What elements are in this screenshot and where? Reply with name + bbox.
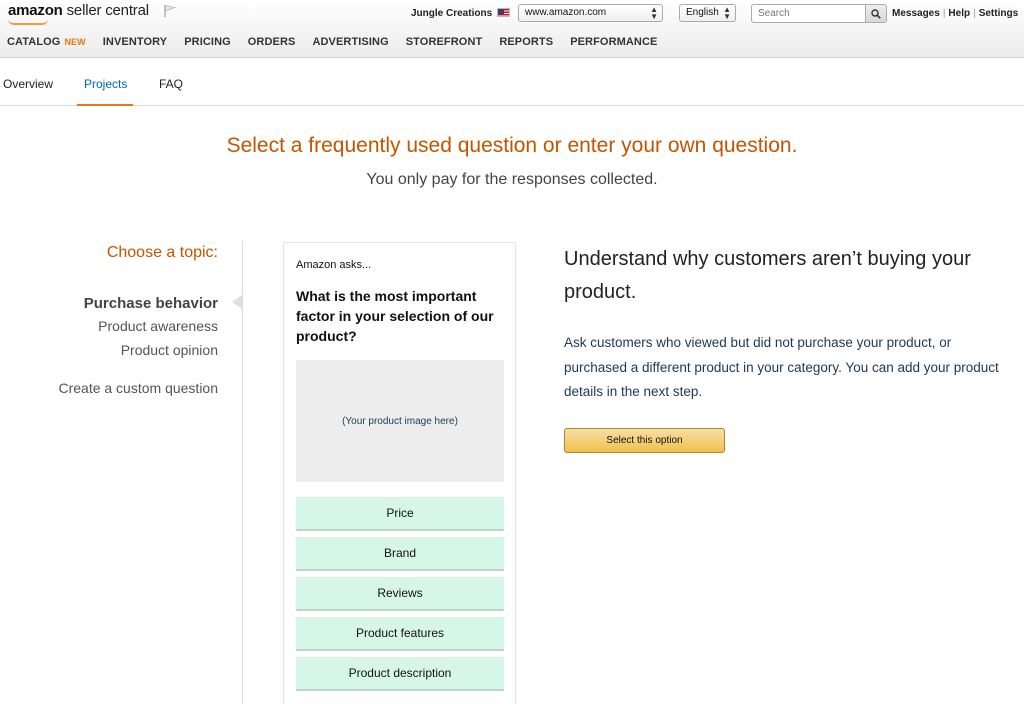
nav-advertising[interactable]: ADVERTISING [312, 36, 388, 50]
page-subheading: You only pay for the responses collected… [366, 171, 658, 188]
question-preview-card: Amazon asks... What is the most importan… [283, 242, 516, 704]
option-product-description[interactable]: Product description [296, 657, 504, 691]
option-product-features[interactable]: Product features [296, 617, 504, 651]
nav-pricing[interactable]: PRICING [184, 36, 231, 50]
select-arrows-icon: ▲ ▼ [650, 5, 658, 21]
search-button[interactable] [865, 4, 887, 23]
card-question: What is the most important factor in you… [296, 288, 494, 344]
new-badge: NEW [64, 37, 86, 47]
option-price[interactable]: Price [296, 497, 504, 531]
card-asks-label: Amazon asks... [296, 259, 372, 271]
logo-brand: amazon [8, 2, 63, 19]
page-heading: Select a frequently used question or ent… [226, 134, 798, 157]
option-brand[interactable]: Brand [296, 537, 504, 571]
messages-link[interactable]: Messages [892, 8, 940, 19]
seller-central-logo[interactable]: amazon seller central [8, 2, 149, 19]
product-image-placeholder: (Your product image here) [296, 360, 504, 482]
info-description: Ask customers who viewed but did not pur… [564, 335, 999, 399]
topic-custom-question[interactable]: Create a custom question [58, 380, 218, 396]
nav-catalog-label: CATALOG [7, 36, 61, 48]
marketplace-value: www.amazon.com [525, 7, 607, 18]
nav-inventory[interactable]: INVENTORY [103, 36, 167, 50]
logo-product: seller central [66, 2, 149, 19]
topic-product-opinion[interactable]: Product opinion [121, 342, 218, 358]
nav-performance[interactable]: PERFORMANCE [570, 36, 657, 50]
tab-faq[interactable]: FAQ [159, 77, 183, 91]
select-arrows-icon: ▲ ▼ [723, 5, 731, 21]
nav-reports[interactable]: REPORTS [499, 36, 553, 50]
search-input[interactable] [751, 4, 865, 23]
image-placeholder-text: (Your product image here) [342, 415, 458, 427]
tab-projects[interactable]: Projects [84, 77, 127, 91]
marketplace-select[interactable]: www.amazon.com ▲ ▼ [518, 4, 663, 22]
topic-product-awareness[interactable]: Product awareness [98, 318, 218, 334]
divider: | [973, 8, 976, 19]
search-icon [871, 8, 881, 19]
help-link[interactable]: Help [948, 8, 970, 19]
us-flag-icon [497, 8, 510, 17]
nav-orders[interactable]: ORDERS [248, 36, 296, 50]
top-links: Messages | Help | Settings [892, 8, 1018, 19]
language-value: English [686, 7, 719, 18]
info-title: Understand why customers aren’t buying y… [564, 248, 971, 303]
amazon-smile-icon [8, 19, 48, 25]
flag-icon[interactable] [163, 4, 177, 18]
language-select[interactable]: English ▲ ▼ [679, 4, 736, 22]
nav-catalog[interactable]: CATALOG NEW [7, 36, 86, 50]
subtabs: Overview Projects FAQ [0, 58, 1024, 106]
nav-storefront[interactable]: STOREFRONT [406, 36, 483, 50]
topic-purchase-behavior[interactable]: Purchase behavior [84, 295, 218, 312]
option-reviews[interactable]: Reviews [296, 577, 504, 611]
select-option-button[interactable]: Select this option [564, 428, 725, 453]
divider: | [942, 8, 946, 19]
topic-title: Choose a topic: [106, 244, 218, 261]
settings-link[interactable]: Settings [979, 8, 1018, 19]
tab-overview[interactable]: Overview [3, 77, 53, 91]
top-header: amazon seller central Jungle Creations w… [0, 0, 1024, 58]
active-tab-indicator [77, 104, 133, 106]
store-name: Jungle Creations [411, 8, 493, 19]
main-nav: CATALOG NEW INVENTORY PRICING ORDERS ADVE… [0, 36, 667, 50]
column-divider [242, 241, 243, 704]
